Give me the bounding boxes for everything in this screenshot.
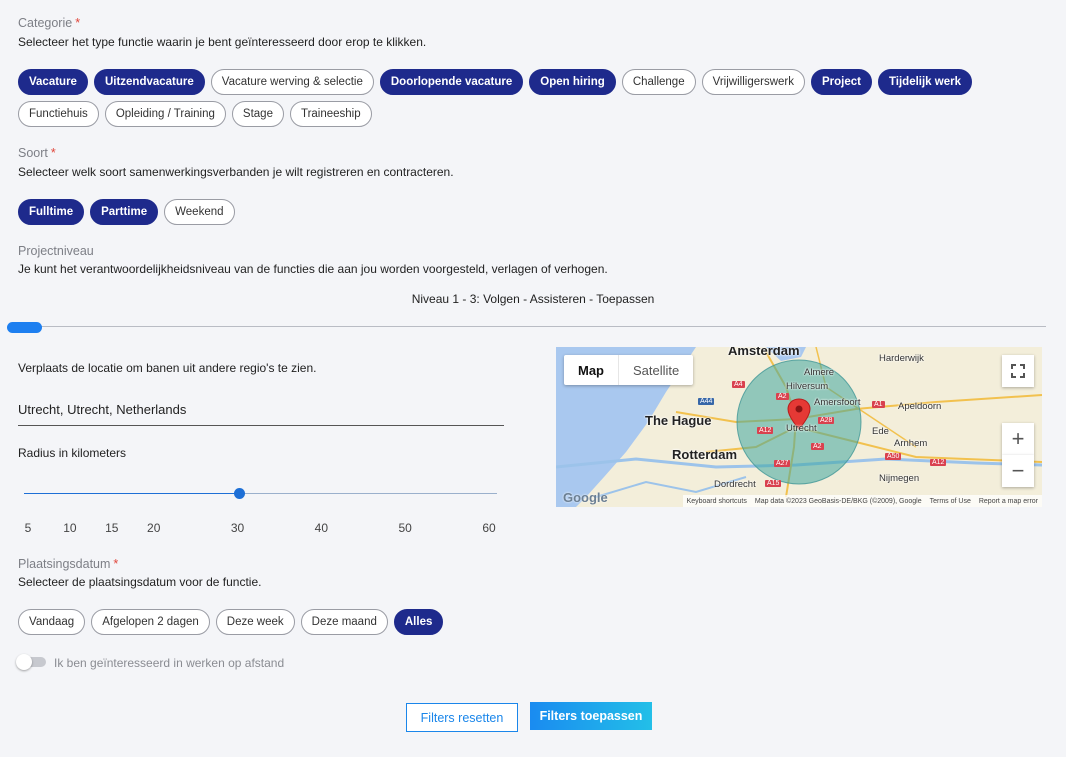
soort-label: Soort *	[18, 146, 56, 160]
location-description: Verplaats de locatie om banen uit andere…	[18, 361, 317, 375]
projectniveau-description: Je kunt het verantwoordelijkheidsniveau …	[18, 262, 608, 276]
radius-tick-label: 30	[230, 521, 245, 535]
map-label-arnhem: Arnhem	[894, 438, 928, 449]
road-badge: A15	[765, 480, 782, 487]
terms-link[interactable]: Terms of Use	[930, 498, 971, 505]
map-label-utrecht: Utrecht	[786, 423, 817, 434]
radius-tick-label: 20	[147, 521, 161, 535]
map-label-the-hague: The Hague	[645, 413, 712, 428]
categorie-chip[interactable]: Tijdelijk werk	[877, 69, 972, 95]
level-range-caption: Niveau 1 - 3: Volgen - Assisteren - Toep…	[411, 292, 655, 306]
map-tab-satellite[interactable]: Satellite	[619, 355, 693, 385]
date-chip[interactable]: Alles	[393, 609, 444, 635]
categorie-chip[interactable]: Opleiding / Training	[104, 101, 226, 127]
level-slider-handle[interactable]	[7, 322, 42, 333]
map-label-almere: Almere	[804, 367, 835, 378]
categorie-description: Selecteer het type functie waarin je ben…	[18, 35, 427, 49]
radius-tick-label: 15	[105, 521, 119, 535]
radius-tick-label: 5	[24, 521, 32, 535]
soort-chip[interactable]: Parttime	[90, 199, 159, 225]
radius-slider[interactable]	[24, 488, 497, 499]
categorie-chip[interactable]: Uitzendvacature	[93, 69, 205, 95]
road-badge: A44	[698, 398, 715, 405]
categorie-label: Categorie *	[18, 16, 81, 30]
toggle-knob	[16, 654, 32, 670]
map-label-nijmegen: Nijmegen	[879, 473, 920, 484]
map-label-dordrecht: Dordrecht	[714, 479, 756, 490]
pin-center	[795, 405, 803, 413]
road-badge: A27	[774, 460, 791, 467]
road-badge: A4	[732, 381, 745, 388]
categorie-chip[interactable]: Open hiring	[529, 69, 616, 95]
soort-chip[interactable]: Fulltime	[18, 199, 85, 225]
map-label-amersfoort: Amersfoort	[814, 397, 861, 408]
map-label-harderwijk: Harderwijk	[879, 353, 924, 364]
map-label-amsterdam: Amsterdam	[728, 347, 800, 358]
report-error-link[interactable]: Report a map error	[979, 498, 1038, 505]
map-label-ede: Ede	[872, 426, 889, 437]
zoom-in-button[interactable]: +	[1002, 423, 1034, 455]
categorie-chip[interactable]: Doorlopende vacature	[379, 69, 524, 95]
google-logo: Google	[563, 490, 608, 505]
road-badge: A28	[818, 417, 835, 424]
radius-slider-fill	[24, 493, 239, 494]
categorie-chip[interactable]: Traineeship	[289, 101, 372, 127]
zoom-out-button[interactable]: −	[1002, 455, 1034, 487]
road-badge: A12	[757, 427, 774, 434]
categorie-chip[interactable]: Stage	[231, 101, 284, 127]
radius-label: Radius in kilometers	[18, 446, 127, 460]
map-attribution: Keyboard shortcuts Map data ©2023 GeoBas…	[682, 495, 1042, 507]
categorie-chip[interactable]: Vacature werving & selectie	[210, 69, 374, 95]
categorie-chip[interactable]: Project	[810, 69, 872, 95]
map-data-text: Map data ©2023 GeoBasis-DE/BKG (©2009), …	[754, 497, 922, 505]
road-badge: A50	[885, 453, 902, 460]
date-chip[interactable]: Afgelopen 2 dagen	[91, 609, 210, 635]
categorie-chips: Vacature Uitzendvacature Vacature werving …	[18, 69, 1018, 127]
required-marker: *	[113, 557, 119, 571]
level-slider-track[interactable]	[10, 326, 1046, 327]
radius-tick-label: 50	[398, 521, 412, 535]
plaatsingsdatum-description: Selecteer de plaatsingsdatum voor de fun…	[18, 575, 262, 589]
road-badge: A2	[811, 443, 824, 450]
keyboard-shortcuts-link[interactable]: Keyboard shortcuts	[687, 498, 747, 505]
road-badge: A2	[776, 393, 789, 400]
location-input[interactable]	[18, 394, 504, 426]
plaatsingsdatum-chips: Vandaag Afgelopen 2 dagen Deze week Deze ma…	[18, 609, 1018, 635]
radius-tick-label: 40	[314, 521, 329, 535]
plaatsingsdatum-label: Plaatsingsdatum *	[18, 557, 119, 571]
map-type-switch: Map Satellite	[564, 355, 694, 385]
soort-description: Selecteer welk soort samenwerkingsverban…	[18, 165, 454, 179]
map-label-hilversum: Hilversum	[786, 381, 829, 392]
location-map[interactable]: Amsterdam The Hague Rotterdam Utrecht Am…	[556, 347, 1042, 507]
remote-work-label: Ik ben geïnteresseerd in werken op afsta…	[54, 656, 285, 670]
radius-slider-handle[interactable]	[234, 488, 245, 499]
date-chip[interactable]: Deze maand	[300, 609, 388, 635]
required-marker: *	[50, 146, 56, 160]
projectniveau-label: Projectniveau	[18, 244, 94, 258]
soort-chip[interactable]: Weekend	[164, 199, 235, 225]
map-label-rotterdam: Rotterdam	[672, 447, 738, 462]
apply-filters-button[interactable]: Filters toepassen	[530, 702, 652, 730]
radius-tick-label: 10	[63, 521, 77, 535]
categorie-chip[interactable]: Vrijwilligerswerk	[701, 69, 805, 95]
road-badge: A1	[872, 401, 885, 408]
categorie-chip[interactable]: Challenge	[621, 69, 696, 95]
road-badge: A12	[930, 459, 947, 466]
radius-tick-label: 60	[482, 521, 496, 535]
soort-chips: Fulltime Parttime Weekend	[18, 199, 1018, 225]
categorie-chip[interactable]: Vacature	[18, 69, 88, 95]
map-label-apeldoorn: Apeldoorn	[898, 401, 942, 412]
categorie-chip[interactable]: Functiehuis	[18, 101, 99, 127]
fullscreen-button[interactable]	[1002, 355, 1034, 387]
date-chip[interactable]: Deze week	[215, 609, 295, 635]
required-marker: *	[75, 16, 81, 30]
reset-filters-button[interactable]: Filters resetten	[406, 703, 518, 732]
fullscreen-icon	[1011, 364, 1025, 378]
map-tab-map[interactable]: Map	[564, 355, 619, 385]
remote-work-toggle[interactable]	[16, 654, 46, 670]
date-chip[interactable]: Vandaag	[18, 609, 86, 635]
